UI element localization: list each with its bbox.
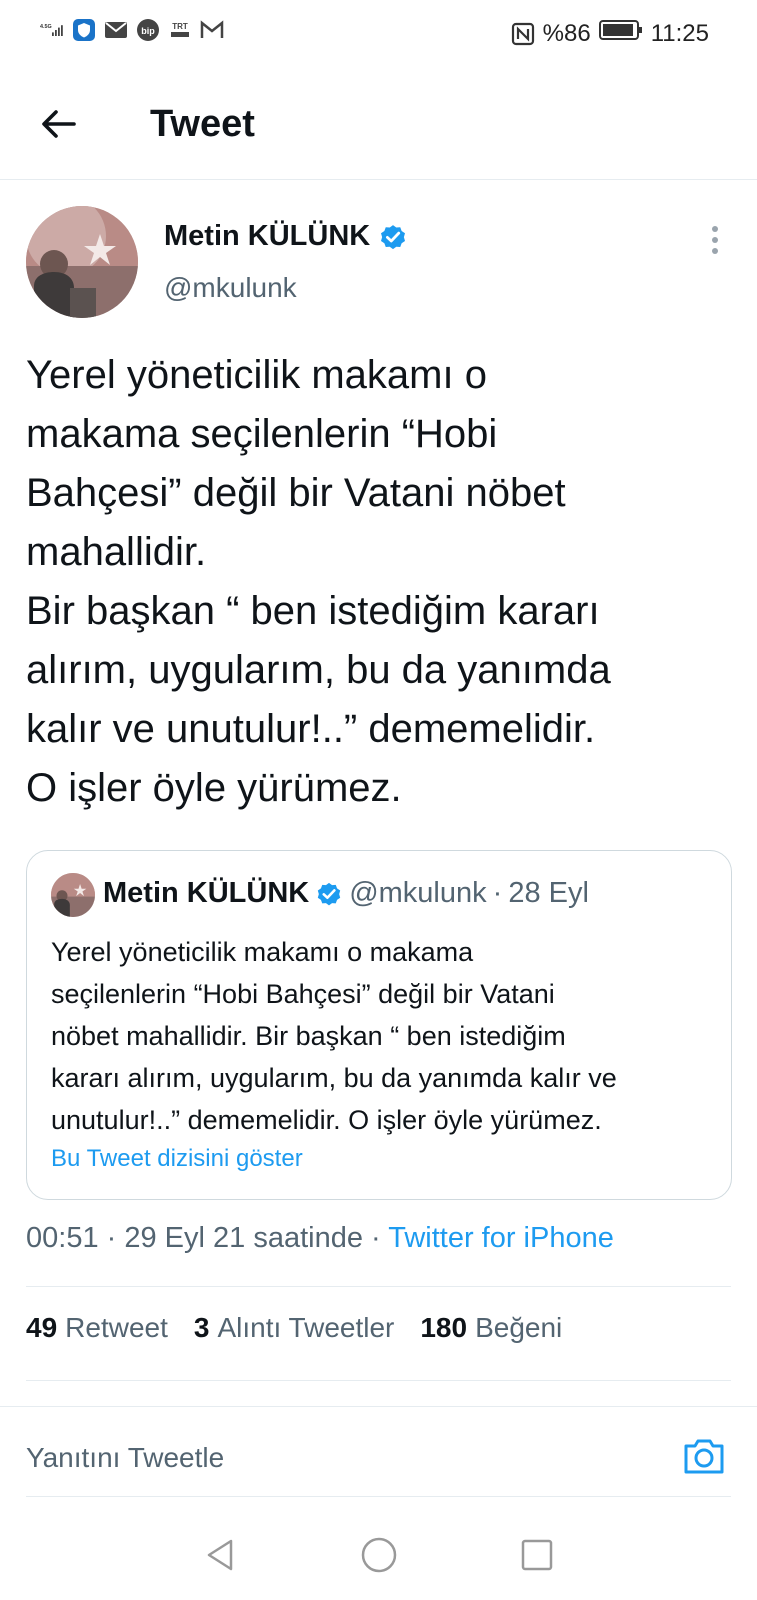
- quoted-tweet-date: 28 Eyl: [508, 877, 589, 909]
- tweet-line: alırım, uygularım, bu da yanımda: [26, 648, 611, 692]
- author-avatar[interactable]: [26, 206, 138, 318]
- likes-count: 180: [420, 1312, 468, 1343]
- more-options-button[interactable]: [700, 222, 730, 258]
- status-bar: 4.5G bip TRT %86 11:25: [0, 0, 757, 66]
- tweet-timestamp: 00:51 · 29 Eyl 21 saatinde ·: [26, 1222, 389, 1254]
- tweet-line: O işler öyle yürümez.: [26, 766, 402, 810]
- tweet-line: makama seçilenlerin “Hobi: [26, 412, 498, 456]
- tweet-meta: 00:51 · 29 Eyl 21 saatinde · Twitter for…: [26, 1222, 614, 1255]
- retweets-stat[interactable]: 49 Retweet: [26, 1312, 168, 1344]
- back-button[interactable]: [34, 100, 82, 148]
- quoted-tweet-card[interactable]: Metin KÜLÜNK @mkulunk · 28 Eyl Yerel yön…: [26, 850, 732, 1200]
- status-bar-right: %86 11:25: [511, 18, 709, 49]
- page-title: Tweet: [150, 103, 255, 145]
- tweet-line: mahallidir.: [26, 530, 207, 574]
- system-navigation-bar: [0, 1510, 757, 1600]
- quoted-tweet-line: Yerel yöneticilik makamı o makama: [51, 937, 474, 967]
- quoted-tweet-line: seçilenlerin “Hobi Bahçesi” değil bir Va…: [51, 979, 555, 1009]
- nav-back-button[interactable]: [197, 1531, 245, 1579]
- status-bar-left: 4.5G bip TRT: [40, 18, 224, 42]
- signal-icon: 4.5G: [40, 18, 64, 42]
- divider: [26, 1286, 731, 1287]
- clock: 11:25: [650, 19, 709, 47]
- tweet-line: Bir başkan “ ben istediğim kararı: [26, 589, 600, 633]
- quoted-tweet-line: nöbet mahallidir. Bir başkan “ ben isted…: [51, 1021, 566, 1051]
- quoted-tweet-line: kararı alırım, uygularım, bu da yanımda …: [51, 1063, 617, 1093]
- quoted-author-handle: @mkulunk: [349, 877, 487, 909]
- tweet-source-link[interactable]: Twitter for iPhone: [388, 1222, 614, 1254]
- nfc-icon: [511, 22, 535, 46]
- more-dot: [712, 226, 718, 232]
- battery-percentage: %86: [542, 19, 591, 47]
- retweets-label: Retweet: [65, 1312, 168, 1343]
- quoted-tweet-line: unutulur!..” dememelidir. O işler öyle y…: [51, 1105, 602, 1135]
- bip-app-icon: bip: [136, 18, 160, 42]
- circle-home-icon: [361, 1537, 396, 1573]
- quoted-author-name: Metin KÜLÜNK: [103, 877, 310, 909]
- reply-input[interactable]: Yanıtını Tweetle: [26, 1434, 646, 1482]
- more-dot: [712, 248, 718, 254]
- verified-badge-icon: [381, 224, 406, 249]
- top-app-bar: Tweet: [0, 66, 757, 180]
- tweet-line: Bahçesi” değil bir Vatani nöbet: [26, 471, 566, 515]
- show-thread-link[interactable]: Bu Tweet dizisini göster: [51, 1145, 303, 1173]
- separator-dot: ·: [492, 877, 503, 909]
- divider: [26, 1496, 731, 1497]
- camera-icon: [684, 1439, 724, 1474]
- triangle-back-icon: [207, 1539, 232, 1571]
- author-handle[interactable]: @mkulunk: [164, 272, 297, 304]
- tweet-line: Yerel yöneticilik makamı o: [26, 353, 487, 397]
- likes-stat[interactable]: 180 Beğeni: [420, 1312, 562, 1344]
- quoted-author-avatar: [51, 873, 95, 917]
- battery-icon: [598, 18, 643, 49]
- author-name-text: Metin KÜLÜNK: [164, 220, 371, 252]
- quote-tweets-count: 3: [193, 1312, 210, 1343]
- shield-app-icon: [72, 18, 96, 42]
- svg-text:bip: bip: [141, 26, 155, 36]
- likes-label: Beğeni: [475, 1312, 563, 1343]
- network-type: 4.5G: [40, 24, 52, 30]
- quoted-tweet-body: Yerel yöneticilik makamı o makama seçile…: [51, 931, 721, 1141]
- divider: [26, 1380, 731, 1381]
- more-dot: [712, 237, 718, 243]
- divider: [0, 1406, 757, 1407]
- gmail-icon: [200, 18, 224, 42]
- retweets-count: 49: [26, 1312, 58, 1343]
- tweet-line: kalır ve unutulur!..” dememelidir.: [26, 707, 596, 751]
- nav-recents-button[interactable]: [513, 1531, 561, 1579]
- trt-haber-icon: TRT: [168, 18, 192, 42]
- svg-text:TRT: TRT: [172, 22, 188, 31]
- square-recents-icon: [521, 1539, 552, 1571]
- mail-icon: [104, 18, 128, 42]
- tweet-body: Yerel yöneticilik makamı o makama seçile…: [26, 346, 731, 818]
- quoted-tweet-header: Metin KÜLÜNK @mkulunk · 28 Eyl: [103, 877, 589, 910]
- camera-button[interactable]: [680, 1432, 728, 1480]
- author-name[interactable]: Metin KÜLÜNK: [164, 220, 408, 253]
- arrow-left-icon: [42, 110, 76, 138]
- quote-tweets-label: Alıntı Tweetler: [217, 1312, 395, 1343]
- verified-badge-icon: [318, 882, 341, 905]
- quote-tweets-stat[interactable]: 3 Alıntı Tweetler: [194, 1312, 394, 1344]
- tweet-stats: 49 Retweet 3 Alıntı Tweetler 180 Beğeni: [26, 1312, 562, 1344]
- nav-home-button[interactable]: [355, 1531, 403, 1579]
